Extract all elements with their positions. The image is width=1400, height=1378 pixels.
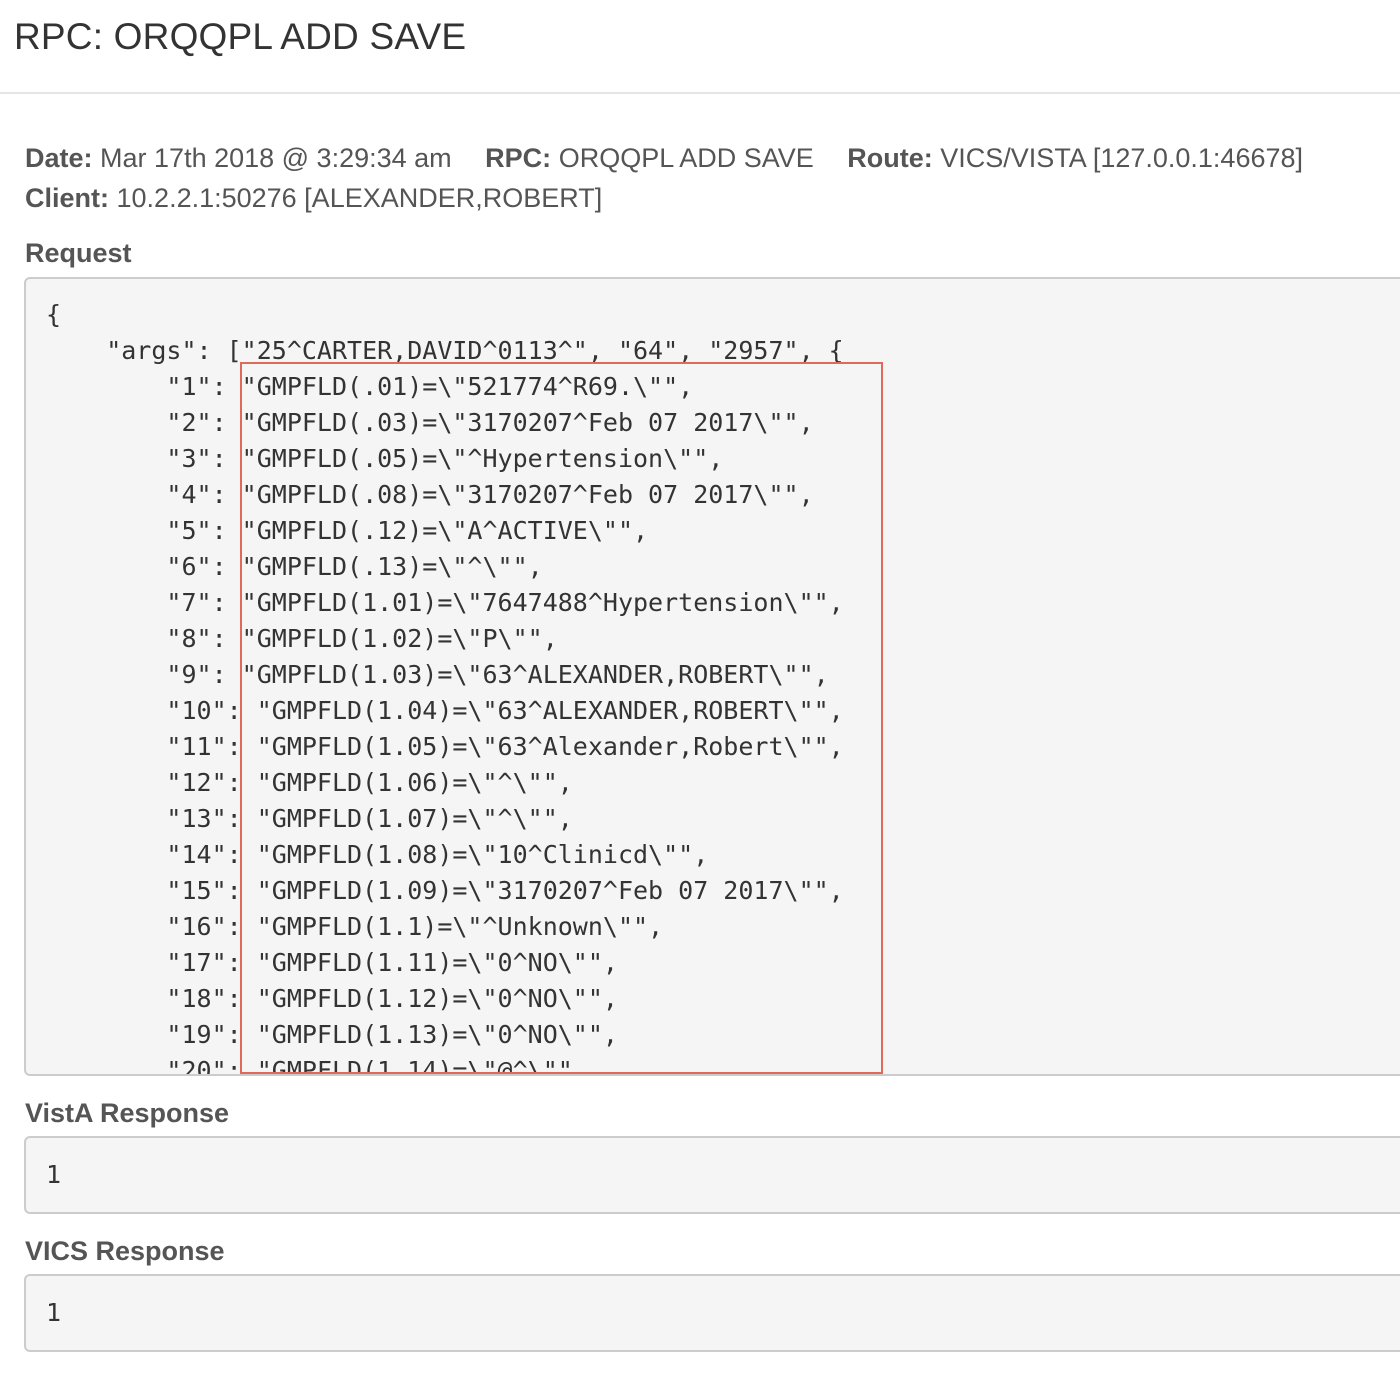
request-line: "6": "GMPFLD(.13)=\"^\"", [46,552,543,581]
request-line: "19": "GMPFLD(1.13)=\"0^NO\"", [46,1020,618,1049]
page-title: RPC: ORQQPL ADD SAVE [14,16,467,57]
client-label: Client: [25,183,109,213]
vics-response-box[interactable]: 1 [24,1274,1400,1352]
vista-response-label: VistA Response [25,1098,230,1128]
vics-response-label: VICS Response [25,1236,225,1266]
route-label: Route: [847,143,933,173]
request-line: "5": "GMPFLD(.12)=\"A^ACTIVE\"", [46,516,649,545]
request-line: "2": "GMPFLD(.03)=\"3170207^Feb 07 2017\… [46,408,814,437]
request-line: "16": "GMPFLD(1.1)=\"^Unknown\"", [46,912,664,941]
rpc-value: ORQQPL ADD SAVE [558,143,814,173]
date-label: Date: [25,143,93,173]
route-value: VICS/VISTA [127.0.0.1:46678] [940,143,1304,173]
request-line: "13": "GMPFLD(1.07)=\"^\"", [46,804,573,833]
request-label: Request [25,238,132,268]
vista-response-value: 1 [46,1160,62,1189]
date-value: Mar 17th 2018 @ 3:29:34 am [100,143,452,173]
metadata-row-2: Client: 10.2.2.1:50276 [ALEXANDER,ROBERT… [25,178,1303,218]
client-value: 10.2.2.1:50276 [ALEXANDER,ROBERT] [116,183,603,213]
request-line: "20": "GMPFLD(1.14)=\"@^\"", [46,1056,588,1076]
request-line: "args": ["25^CARTER,DAVID^0113^", "64", … [46,336,844,365]
request-line: "15": "GMPFLD(1.09)=\"3170207^Feb 07 201… [46,876,844,905]
request-line: "4": "GMPFLD(.08)=\"3170207^Feb 07 2017\… [46,480,814,509]
request-line: "14": "GMPFLD(1.08)=\"10^Clinicd\"", [46,840,709,869]
request-json: { "args": ["25^CARTER,DAVID^0113^", "64"… [46,297,844,1076]
request-line: "18": "GMPFLD(1.12)=\"0^NO\"", [46,984,618,1013]
metadata-row-1: Date: Mar 17th 2018 @ 3:29:34 am RPC: OR… [25,138,1303,178]
request-line: "1": "GMPFLD(.01)=\"521774^R69.\"", [46,372,694,401]
rpc-metadata: Date: Mar 17th 2018 @ 3:29:34 am RPC: OR… [25,138,1303,218]
rpc-label: RPC: [485,143,552,173]
request-line: "3": "GMPFLD(.05)=\"^Hypertension\"", [46,444,724,473]
request-line: { [46,300,62,329]
request-line: "11": "GMPFLD(1.05)=\"63^Alexander,Rober… [46,732,844,761]
vista-response-box[interactable]: 1 [24,1136,1400,1214]
request-code-box[interactable]: { "args": ["25^CARTER,DAVID^0113^", "64"… [24,277,1400,1076]
request-line: "9": "GMPFLD(1.03)=\"63^ALEXANDER,ROBERT… [46,660,829,689]
request-line: "12": "GMPFLD(1.06)=\"^\"", [46,768,573,797]
request-line: "17": "GMPFLD(1.11)=\"0^NO\"", [46,948,618,977]
request-line: "7": "GMPFLD(1.01)=\"7647488^Hypertensio… [46,588,844,617]
request-line: "10": "GMPFLD(1.04)=\"63^ALEXANDER,ROBER… [46,696,844,725]
request-line: "8": "GMPFLD(1.02)=\"P\"", [46,624,558,653]
vics-response-value: 1 [46,1298,62,1327]
page-header: RPC: ORQQPL ADD SAVE [0,0,1400,94]
